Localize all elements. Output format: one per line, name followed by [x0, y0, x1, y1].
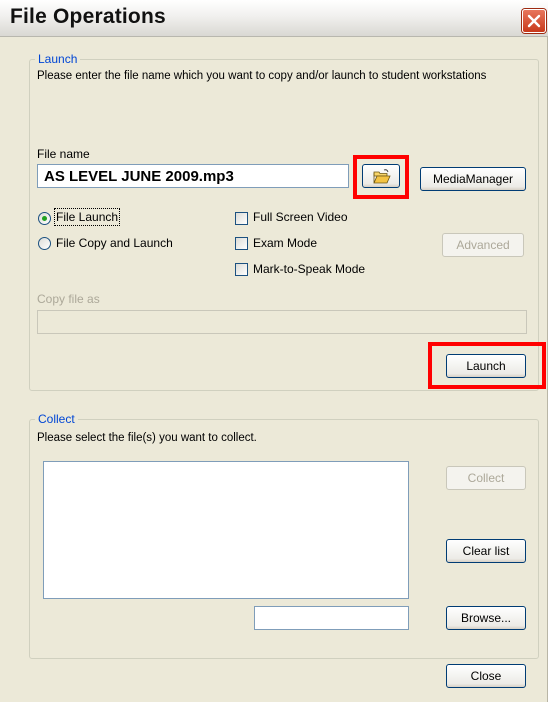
file-launch-label[interactable]: File Launch: [53, 208, 121, 226]
file-copy-launch-label[interactable]: File Copy and Launch: [56, 236, 173, 250]
copy-file-as-label: Copy file as: [37, 292, 100, 306]
exam-mode-checkbox[interactable]: [235, 237, 248, 250]
launch-instruction: Please enter the file name which you wan…: [37, 70, 487, 82]
collect-path-input[interactable]: [254, 606, 409, 630]
file-launch-radio[interactable]: [38, 212, 51, 225]
title-bar[interactable]: File Operations: [0, 0, 548, 37]
browse-highlight: [353, 155, 409, 199]
launch-highlight: [428, 342, 546, 389]
window-title: File Operations: [10, 5, 166, 28]
clear-list-button[interactable]: Clear list: [446, 539, 526, 563]
close-button[interactable]: Close: [446, 664, 526, 688]
mark-to-speak-label[interactable]: Mark-to-Speak Mode: [253, 262, 365, 276]
advanced-button[interactable]: Advanced: [442, 233, 524, 257]
file-name-input[interactable]: AS LEVEL JUNE 2009.mp3: [37, 164, 349, 188]
browse-button[interactable]: Browse...: [446, 606, 526, 630]
full-screen-video-label[interactable]: Full Screen Video: [253, 210, 348, 224]
collect-file-list[interactable]: [43, 461, 409, 599]
mark-to-speak-checkbox[interactable]: [235, 263, 248, 276]
collect-button[interactable]: Collect: [446, 466, 526, 490]
copy-file-as-input[interactable]: [37, 310, 527, 334]
collect-legend: Collect: [35, 412, 78, 426]
file-copy-launch-radio[interactable]: [38, 237, 51, 250]
close-window-button[interactable]: [522, 9, 546, 33]
exam-mode-label[interactable]: Exam Mode: [253, 236, 317, 250]
file-name-label: File name: [37, 147, 90, 161]
radio-selected-dot: [42, 216, 47, 221]
media-manager-button[interactable]: MediaManager: [420, 167, 526, 191]
launch-legend: Launch: [35, 52, 81, 66]
collect-instruction: Please select the file(s) you want to co…: [37, 432, 257, 444]
full-screen-video-checkbox[interactable]: [235, 212, 248, 225]
file-name-value: AS LEVEL JUNE 2009.mp3: [44, 168, 234, 185]
file-operations-dialog: File Operations Launch Please enter the …: [0, 0, 548, 702]
